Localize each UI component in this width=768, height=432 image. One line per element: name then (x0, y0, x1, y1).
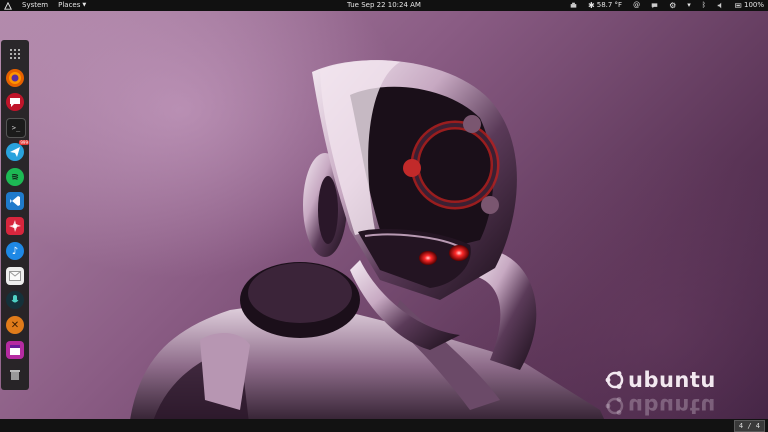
app-grid-button[interactable] (6, 45, 24, 63)
telegram-launcher[interactable]: 999 (6, 140, 29, 161)
deezer-launcher[interactable]: ♪ (6, 242, 24, 260)
ubuntu-wordmark-reflection-text: ubuntu (628, 394, 716, 418)
weather-temperature: 58.7 °F (596, 1, 623, 9)
tray-settings[interactable]: ⚙ (669, 0, 676, 11)
x-icon: ✕ (10, 319, 20, 331)
chat-launcher[interactable] (6, 93, 24, 111)
red-app-launcher[interactable] (6, 217, 24, 235)
workspace-switcher[interactable]: 4 / 4 (733, 420, 765, 432)
trash-icon (10, 370, 20, 380)
at-sign-icon: @ (633, 1, 641, 9)
spotify-icon (11, 174, 19, 180)
tray-bluetooth[interactable]: ᛒ (702, 0, 706, 11)
bottom-panel: 4 / 4 (0, 419, 768, 432)
tray-email[interactable]: @ (633, 0, 640, 11)
dock: >_ 999 ♪ ✕ (1, 40, 29, 390)
spotify-launcher[interactable] (6, 168, 24, 186)
terminal-launcher[interactable]: >_ (6, 118, 26, 138)
paper-plane-icon (10, 147, 20, 157)
music-note-icon: ♪ (11, 245, 19, 257)
vscode-launcher[interactable] (6, 192, 24, 210)
trash-launcher[interactable] (6, 366, 24, 384)
pinwheel-icon (9, 220, 21, 232)
ubuntu-wordmark-reflection: ubuntu (604, 394, 716, 418)
window-app-launcher[interactable] (6, 341, 24, 359)
ubuntu-wordmark: ubuntu (604, 368, 716, 392)
tray-volume[interactable] (717, 2, 724, 9)
vscode-icon (10, 196, 20, 206)
tray-messaging[interactable] (651, 2, 658, 9)
volume-icon (717, 2, 722, 9)
window-icon (10, 345, 20, 355)
ubuntu-circle-icon (605, 371, 624, 389)
tray-battery[interactable]: 100% (734, 0, 764, 11)
firefox-icon (9, 72, 21, 84)
firefox-launcher[interactable] (6, 69, 24, 87)
tray-network[interactable]: ▾ (687, 0, 691, 11)
chat-bubble-icon (651, 3, 658, 9)
tray-weather[interactable]: ✱ 58.7 °F (588, 0, 622, 11)
tray-printer[interactable] (570, 2, 577, 9)
ubuntu-circle-reflection-icon (605, 397, 624, 415)
bluetooth-icon: ᛒ (701, 1, 706, 9)
sun-icon: ✱ (588, 1, 595, 10)
grid-icon (10, 49, 20, 59)
files-launcher[interactable] (6, 267, 24, 285)
terminal-icon: >_ (11, 124, 21, 132)
battery-percentage: 100% (743, 1, 764, 9)
top-panel: System Places ▼ Tue Sep 22 10:24 AM ✱ 58… (0, 0, 768, 11)
x-app-launcher[interactable]: ✕ (6, 316, 24, 334)
ubuntu-wordmark-text: ubuntu (628, 368, 716, 392)
speech-bubble-icon (10, 98, 20, 107)
desktop[interactable]: ubuntu ubuntu System Places ▼ Tue Sep 22… (0, 0, 768, 432)
wifi-icon: ▾ (687, 1, 691, 9)
battery-icon (734, 3, 742, 8)
notification-badge: 999 (19, 140, 29, 145)
gear-icon: ⚙ (669, 1, 677, 10)
envelope-icon (9, 271, 21, 281)
recorder-launcher[interactable] (6, 291, 24, 309)
printer-icon (570, 2, 577, 8)
microphone-icon (11, 295, 19, 303)
